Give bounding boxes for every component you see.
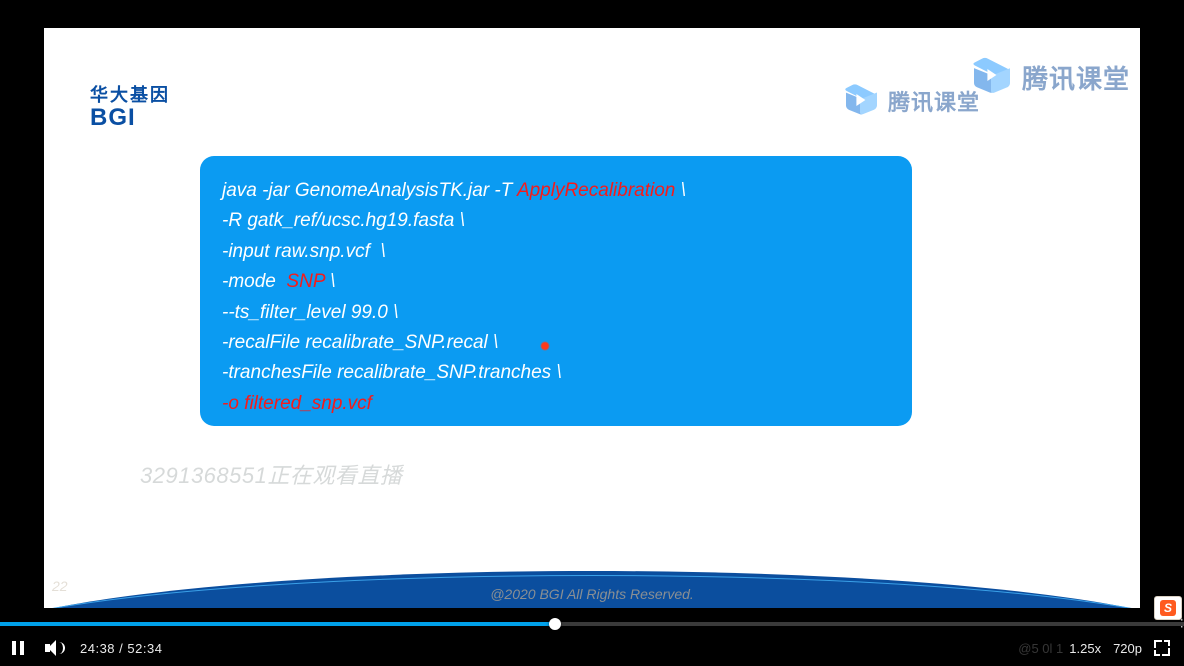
cmd-line-5: --ts_filter_level 99.0 \ xyxy=(222,298,890,328)
quality-selector[interactable]: 720p xyxy=(1113,641,1142,656)
video-stage: 华大基因 BGI 腾讯课堂 腾讯课堂 java -jar GenomeAnaly… xyxy=(0,0,1184,666)
volume-button[interactable] xyxy=(36,630,72,666)
progress-bar[interactable] xyxy=(0,622,1184,626)
viewer-watermark: 3291368551正在观看直播 xyxy=(140,458,402,490)
ime-badge[interactable]: S xyxy=(1154,596,1182,620)
cmd-line-7: -tranchesFile recalibrate_SNP.tranches \ xyxy=(222,358,890,388)
bgi-logo: 华大基因 BGI xyxy=(90,86,170,130)
bgi-logo-cn: 华大基因 xyxy=(90,86,170,105)
tencent-watermark-text: 腾讯课堂 xyxy=(1022,59,1130,96)
time-display: 24:38 / 52:34 xyxy=(80,641,162,656)
pause-icon xyxy=(12,641,24,655)
progress-knob[interactable] xyxy=(549,618,561,630)
current-time: 24:38 xyxy=(80,641,115,656)
overlay-id: @5 0l 1 xyxy=(1018,641,1063,656)
volume-icon xyxy=(45,640,63,656)
tencent-watermark-outer: 腾讯课堂 xyxy=(968,58,1130,96)
bgi-logo-en: BGI xyxy=(90,105,170,130)
tencent-cube-icon xyxy=(840,84,880,118)
cmd-line-1: java -jar GenomeAnalysisTK.jar -T ApplyR… xyxy=(222,176,890,206)
pause-button[interactable] xyxy=(0,630,36,666)
cmd-line-3: -input raw.snp.vcf \ xyxy=(222,237,890,267)
tencent-watermark-text: 腾讯课堂 xyxy=(888,85,980,117)
player-controls: 24:38 / 52:34 @5 0l 1 1.25x 720p xyxy=(0,630,1184,666)
ime-badge-letter: S xyxy=(1160,600,1176,616)
playback-speed[interactable]: 1.25x xyxy=(1069,641,1101,656)
cmd-line-2: -R gatk_ref/ucsc.hg19.fasta \ xyxy=(222,206,890,236)
total-time: 52:34 xyxy=(127,641,162,656)
progress-fill xyxy=(0,622,555,626)
slide: 华大基因 BGI 腾讯课堂 腾讯课堂 java -jar GenomeAnaly… xyxy=(44,28,1140,608)
cmd-line-6: -recalFile recalibrate_SNP.recal \ xyxy=(222,328,890,358)
command-box: java -jar GenomeAnalysisTK.jar -T ApplyR… xyxy=(200,156,912,426)
right-controls: @5 0l 1 1.25x 720p xyxy=(1018,640,1184,656)
tencent-watermark-inner: 腾讯课堂 xyxy=(840,84,980,118)
fullscreen-button[interactable] xyxy=(1154,640,1170,656)
cmd-line-8: -o filtered_snp.vcf xyxy=(222,389,890,419)
laser-pointer-icon xyxy=(540,341,550,351)
copyright-text: @2020 BGI All Rights Reserved. xyxy=(44,586,1140,602)
cmd-line-4: -mode SNP \ xyxy=(222,267,890,297)
